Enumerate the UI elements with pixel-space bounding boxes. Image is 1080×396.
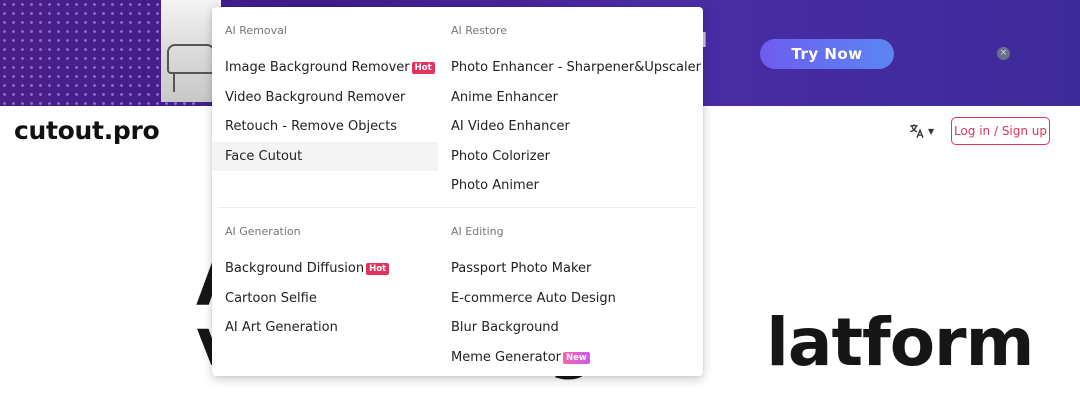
menu-item-photo-animer[interactable]: Photo Animer [438, 171, 703, 201]
menu-item-label: Video Background Remover [225, 89, 406, 105]
login-signup-button[interactable]: Log in / Sign up [951, 117, 1050, 145]
sofa-illustration [167, 44, 215, 74]
menu-item-photo-colorizer[interactable]: Photo Colorizer [438, 142, 703, 172]
section-ai-restore: AI Restore Photo Enhancer - Sharpener&Up… [438, 22, 703, 201]
site-logo[interactable]: cutout.pro [14, 116, 160, 145]
menu-item-meme-generator[interactable]: Meme Generator New [438, 343, 703, 373]
new-badge: New [563, 351, 590, 364]
chevron-down-icon: ▼ [928, 126, 935, 136]
menu-item-label: AI Video Enhancer [451, 119, 570, 135]
menu-item-label: E-commerce Auto Design [451, 290, 616, 306]
menu-item-background-diffusion[interactable]: Background Diffusion Hot [212, 254, 438, 284]
section-ai-removal: AI Removal Image Background Remover Hot … [212, 22, 438, 172]
menu-item-label: Blur Background [451, 320, 559, 336]
menu-item-photo-enhancer[interactable]: Photo Enhancer - Sharpener&Upscaler [438, 53, 703, 83]
menu-item-label: Photo Enhancer - Sharpener&Upscaler [451, 60, 701, 75]
menu-item-retouch-remove-objects[interactable]: Retouch - Remove Objects [212, 112, 438, 142]
menu-item-label: AI Art Generation [225, 320, 338, 336]
menu-item-ai-video-enhancer[interactable]: AI Video Enhancer [438, 112, 703, 142]
menu-item-label: Photo Colorizer [451, 148, 550, 164]
hot-badge: Hot [366, 262, 390, 275]
menu-item-label: Meme Generator [451, 349, 562, 365]
section-title-ai-removal: AI Removal [225, 24, 287, 37]
menu-item-label: Image Background Remover [225, 60, 410, 75]
section-divider [218, 207, 697, 208]
menu-item-label: Photo Animer [451, 178, 539, 194]
menu-item-cartoon-selfie[interactable]: Cartoon Selfie [212, 284, 438, 314]
section-title-ai-restore: AI Restore [451, 24, 508, 37]
menu-item-face-cutout[interactable]: Face Cutout [212, 141, 438, 172]
translate-icon [910, 124, 924, 139]
hero-line2-end: latform [766, 304, 1034, 381]
section-title-ai-generation: AI Generation [225, 225, 301, 238]
menu-item-passport-photo-maker[interactable]: Passport Photo Maker [438, 254, 703, 284]
menu-item-label: Retouch - Remove Objects [225, 119, 398, 135]
menu-item-blur-background[interactable]: Blur Background [438, 313, 703, 343]
menu-item-image-background-remover[interactable]: Image Background Remover Hot [212, 53, 438, 83]
section-ai-editing: AI Editing Passport Photo Maker E-commer… [438, 223, 703, 372]
sofa-leg [173, 74, 175, 92]
banner-close-icon[interactable]: × [997, 47, 1010, 60]
try-now-button[interactable]: Try Now [760, 39, 894, 69]
menu-item-ecommerce-auto-design[interactable]: E-commerce Auto Design [438, 284, 703, 314]
menu-item-label: Cartoon Selfie [225, 290, 317, 306]
language-switcher[interactable]: ▼ [908, 122, 938, 140]
products-dropdown-menu: AI Removal Image Background Remover Hot … [212, 7, 703, 376]
section-ai-generation: AI Generation Background Diffusion Hot C… [212, 223, 438, 343]
menu-item-video-background-remover[interactable]: Video Background Remover [212, 83, 438, 113]
menu-item-label: Passport Photo Maker [451, 261, 592, 276]
menu-item-label: Background Diffusion [225, 261, 365, 276]
menu-item-label: Face Cutout [225, 148, 303, 164]
menu-item-anime-enhancer[interactable]: Anime Enhancer [438, 83, 703, 113]
section-title-ai-editing: AI Editing [451, 225, 504, 238]
hot-badge: Hot [411, 61, 435, 74]
menu-item-ai-art-generation[interactable]: AI Art Generation [212, 313, 438, 343]
menu-item-label: Anime Enhancer [451, 89, 558, 105]
